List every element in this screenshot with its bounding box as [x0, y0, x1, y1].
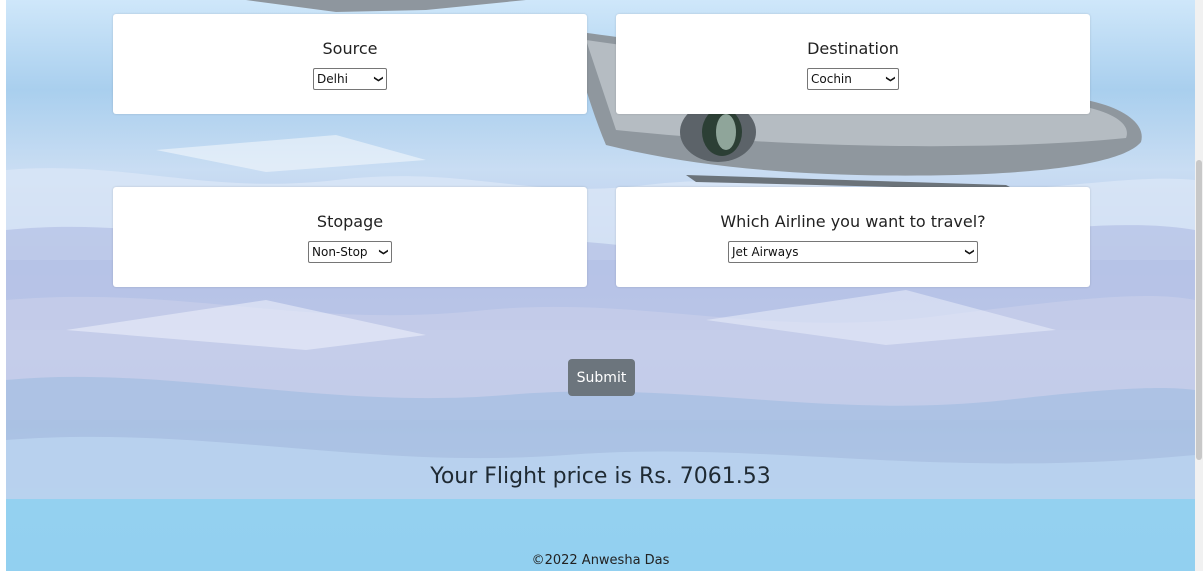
airline-card: Which Airline you want to travel? Jet Ai… [616, 187, 1090, 287]
chevron-down-icon: ❯ [964, 248, 975, 256]
destination-select-value: Cochin [811, 72, 852, 86]
destination-label: Destination [807, 39, 899, 58]
scrollbar-thumb[interactable] [1196, 160, 1202, 460]
page: Source Delhi ❯ Destination Cochin ❯ Stop… [6, 0, 1195, 571]
stopage-select[interactable]: Non-Stop ❯ [308, 241, 392, 263]
source-select-value: Delhi [317, 72, 348, 86]
source-card: Source Delhi ❯ [113, 14, 587, 114]
flight-price-result: Your Flight price is Rs. 7061.53 [430, 464, 771, 489]
destination-card: Destination Cochin ❯ [616, 14, 1090, 114]
airline-label: Which Airline you want to travel? [720, 212, 986, 231]
source-label: Source [322, 39, 378, 58]
chevron-down-icon: ❯ [373, 75, 384, 83]
stopage-card: Stopage Non-Stop ❯ [113, 187, 587, 287]
source-select[interactable]: Delhi ❯ [313, 68, 387, 90]
chevron-down-icon: ❯ [885, 75, 896, 83]
scrollbar[interactable] [1195, 0, 1203, 571]
stopage-select-value: Non-Stop [312, 245, 368, 259]
stopage-label: Stopage [316, 212, 384, 231]
chevron-down-icon: ❯ [378, 248, 389, 256]
airline-select[interactable]: Jet Airways ❯ [728, 241, 978, 263]
airline-select-value: Jet Airways [732, 245, 799, 259]
destination-select[interactable]: Cochin ❯ [807, 68, 899, 90]
submit-button[interactable]: Submit [568, 359, 635, 396]
footer-copyright: ©2022 Anwesha Das [531, 553, 670, 568]
